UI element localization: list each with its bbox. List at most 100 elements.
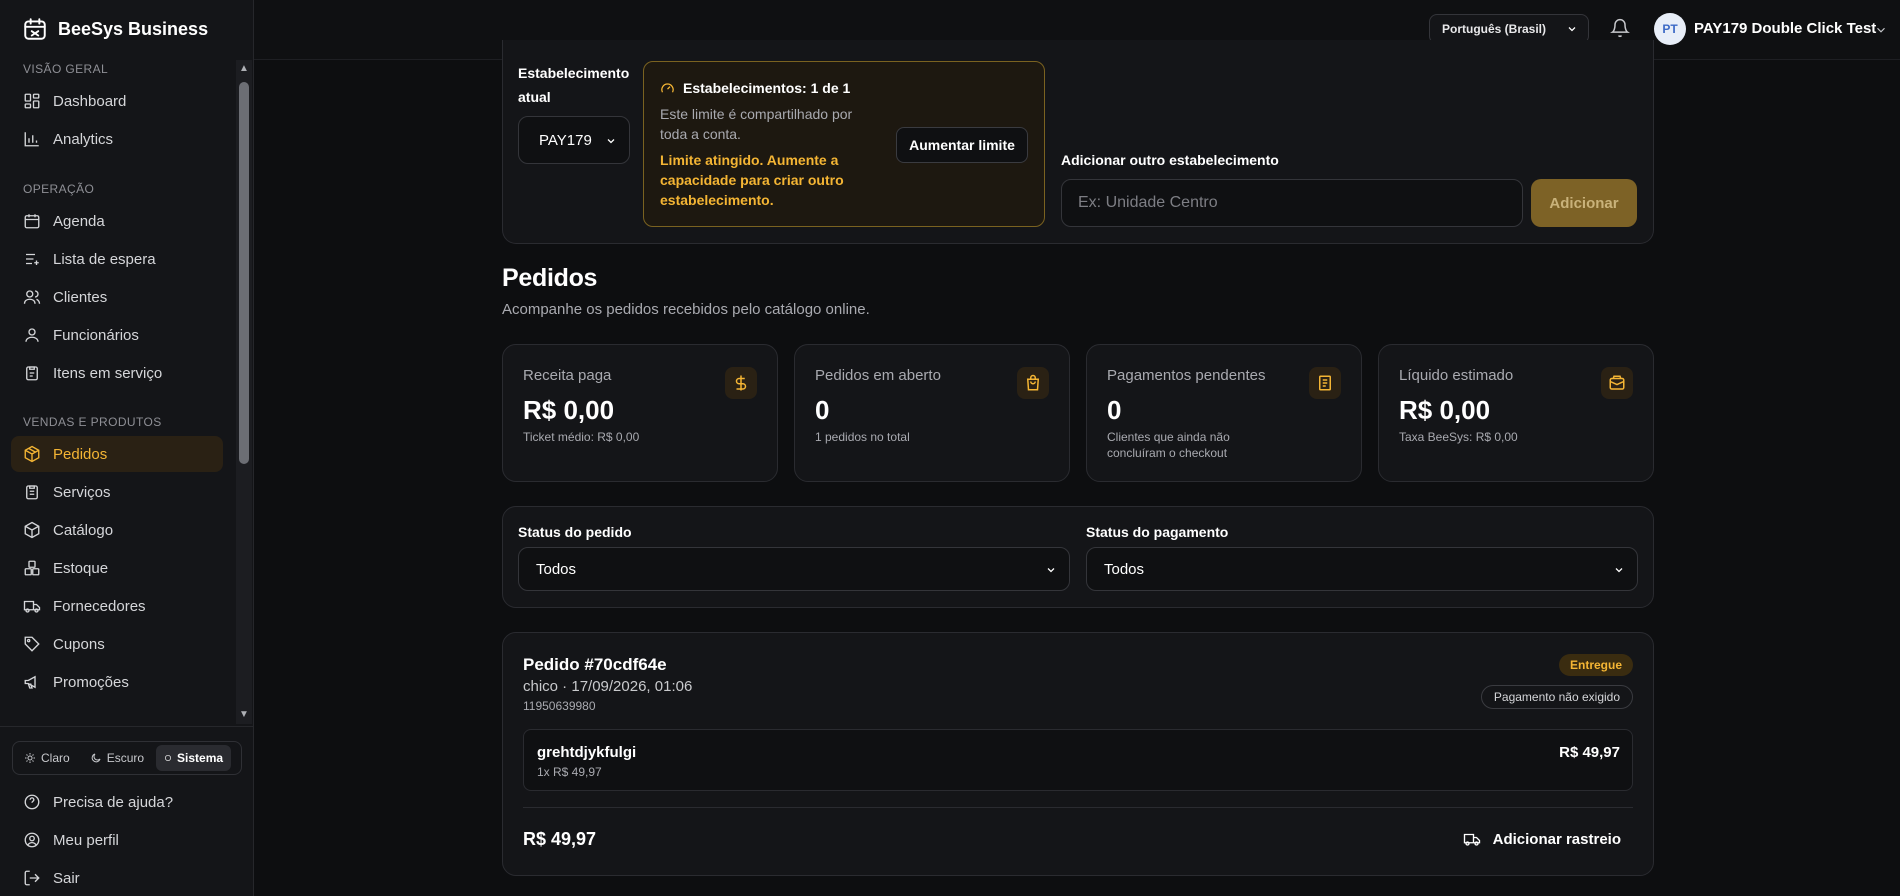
scroll-down-arrow-icon[interactable]: ▼ <box>238 708 250 722</box>
order-item-price: R$ 49,97 <box>1559 744 1620 761</box>
order-item: grehtdjykfulgi 1x R$ 49,97 R$ 49,97 <box>523 729 1633 791</box>
payment-status-select[interactable]: Todos <box>1086 547 1638 591</box>
order-phone: 11950639980 <box>523 699 596 713</box>
sidebar-scrollbar[interactable]: ▲ ▼ <box>236 60 252 724</box>
megaphone-icon <box>24 675 36 689</box>
truck-icon <box>23 600 41 613</box>
logout-link-label: Sair <box>53 869 80 887</box>
sidebar-item-clientes[interactable]: Clientes <box>11 279 223 315</box>
bell-icon[interactable] <box>1610 18 1630 38</box>
sidebar-item-label: Funcionários <box>53 326 139 344</box>
payment-status-badge: Pagamento não exigido <box>1480 685 1633 709</box>
user-menu-chevron-icon[interactable] <box>1874 23 1888 37</box>
sidebar-item-servicos[interactable]: Serviços <box>11 474 223 510</box>
increase-limit-button[interactable]: Aumentar limite <box>896 127 1028 163</box>
stat-value: 0 <box>815 395 830 425</box>
sidebar-item-estoque[interactable]: Estoque <box>11 550 223 586</box>
dashboard-icon <box>24 93 40 109</box>
order-status-select[interactable]: Todos <box>518 547 1070 591</box>
stat-label: Pedidos em aberto <box>815 367 941 384</box>
sidebar-item-funcionarios[interactable]: Funcionários <box>11 317 223 353</box>
brand[interactable]: BeeSys Business <box>22 14 208 44</box>
logout-link[interactable]: Sair <box>23 869 80 887</box>
bar-chart-icon <box>24 132 39 147</box>
add-tracking-button[interactable]: Adicionar rastreio <box>1451 821 1633 857</box>
sidebar-item-pedidos[interactable]: Pedidos <box>11 436 223 472</box>
sidebar-item-catalogo[interactable]: Catálogo <box>11 512 223 548</box>
stat-value: R$ 0,00 <box>523 395 615 425</box>
limit-title: Estabelecimentos: 1 de 1 <box>660 80 850 96</box>
section-title-vendas-e-produtos: VENDAS E PRODUTOS <box>23 415 162 429</box>
order-status-value: Todos <box>536 560 577 578</box>
calendar-logo-icon <box>24 18 46 40</box>
sidebar-footer: Claro Escuro Sistema Precisa de ajuda? M… <box>0 726 254 896</box>
stat-subtext: 1 pedidos no total <box>815 430 910 444</box>
box-icon <box>24 521 40 539</box>
sidebar-item-fornecedores[interactable]: Fornecedores <box>11 588 223 624</box>
logout-icon <box>24 870 40 886</box>
user-name[interactable]: PAY179 Double Click Test <box>1694 20 1876 37</box>
chevron-down-icon <box>1615 568 1623 573</box>
theme-option-escuro[interactable]: Escuro <box>82 745 152 771</box>
stat-card-liquido-estimado: Líquido estimado R$ 0,00 Taxa BeeSys: R$… <box>1378 344 1654 482</box>
profile-link[interactable]: Meu perfil <box>23 831 119 849</box>
sidebar-item-dashboard[interactable]: Dashboard <box>11 83 223 119</box>
theme-option-sistema[interactable]: Sistema <box>156 745 232 771</box>
profile-link-label: Meu perfil <box>53 831 119 849</box>
bag-icon <box>1017 367 1049 399</box>
sidebar-item-label: Catálogo <box>53 521 114 539</box>
tag-icon <box>24 636 40 652</box>
add-establishment-input[interactable]: Ex: Unidade Centro <box>1061 179 1523 227</box>
avatar[interactable]: PT <box>1654 13 1686 45</box>
sidebar-item-promocoes[interactable]: Promoções <box>11 664 223 700</box>
help-link[interactable]: Precisa de ajuda? <box>23 793 173 811</box>
order-item-quantity: 1x R$ 49,97 <box>537 765 602 779</box>
limit-title-text: Estabelecimentos: 1 de 1 <box>683 80 851 96</box>
theme-option-label: Claro <box>41 751 70 765</box>
user-icon <box>25 328 39 342</box>
theme-option-label: Sistema <box>177 751 224 765</box>
establishment-limit-panel: Estabelecimentos: 1 de 1 Este limite é c… <box>643 61 1045 227</box>
scroll-up-arrow-icon[interactable]: ▲ <box>238 62 250 76</box>
truck-icon <box>1463 833 1480 846</box>
sidebar-item-analytics[interactable]: Analytics <box>11 121 223 157</box>
stat-card-receita: Receita paga R$ 0,00 Ticket médio: R$ 0,… <box>502 344 778 482</box>
sidebar-item-itens-em-servico[interactable]: Itens em serviço <box>11 355 223 391</box>
sidebar-item-label: Clientes <box>53 288 108 306</box>
sidebar-item-cupons[interactable]: Cupons <box>11 626 223 662</box>
stat-label: Líquido estimado <box>1399 367 1514 384</box>
order-status-badge: Entregue <box>1558 654 1633 676</box>
stat-label: Pagamentos pendentes <box>1107 367 1266 384</box>
stat-label: Receita paga <box>523 367 612 384</box>
scroll-thumb[interactable] <box>239 82 249 464</box>
stat-card-pedidos-abertos: Pedidos em aberto 0 1 pedidos no total <box>794 344 1070 482</box>
sidebar: BeeSys Business VISÃO GERAL Dashboard An… <box>0 0 254 896</box>
payment-status-value: Todos <box>1104 560 1145 578</box>
language-select-value: Português (Brasil) <box>1442 22 1547 36</box>
establishment-select[interactable]: PAY179 <box>518 116 630 164</box>
sidebar-item-lista-de-espera[interactable]: Lista de espera <box>11 241 223 277</box>
clipboard-icon <box>26 366 38 381</box>
add-establishment-label: Adicionar outro estabelecimento <box>1061 152 1279 168</box>
add-establishment-button[interactable]: Adicionar <box>1531 179 1637 227</box>
stat-subtext: Taxa BeeSys: R$ 0,00 <box>1399 430 1518 444</box>
sidebar-item-label: Cupons <box>53 635 105 653</box>
sidebar-item-label: Lista de espera <box>53 250 156 268</box>
theme-option-label: Escuro <box>106 751 145 765</box>
chevron-down-icon <box>1568 27 1576 32</box>
sidebar-item-label: Agenda <box>53 212 105 230</box>
page-title: Pedidos <box>502 264 598 292</box>
stat-subtext: Ticket médio: R$ 0,00 <box>523 430 640 444</box>
order-status-label: Status do pedido <box>518 524 632 540</box>
add-tracking-label: Adicionar rastreio <box>1492 830 1621 848</box>
sidebar-item-label: Estoque <box>53 559 109 577</box>
dollar-icon <box>725 367 757 399</box>
sun-icon <box>25 753 35 763</box>
stat-value: R$ 0,00 <box>1399 395 1491 425</box>
section-title-operacao: OPERAÇÃO <box>23 182 95 196</box>
theme-option-claro[interactable]: Claro <box>16 745 78 771</box>
stat-subtext: Clientes que ainda não concluíram o chec… <box>1107 430 1230 460</box>
order-total: R$ 49,97 <box>523 829 597 849</box>
wallet-icon <box>1601 367 1633 399</box>
sidebar-item-agenda[interactable]: Agenda <box>11 203 223 239</box>
